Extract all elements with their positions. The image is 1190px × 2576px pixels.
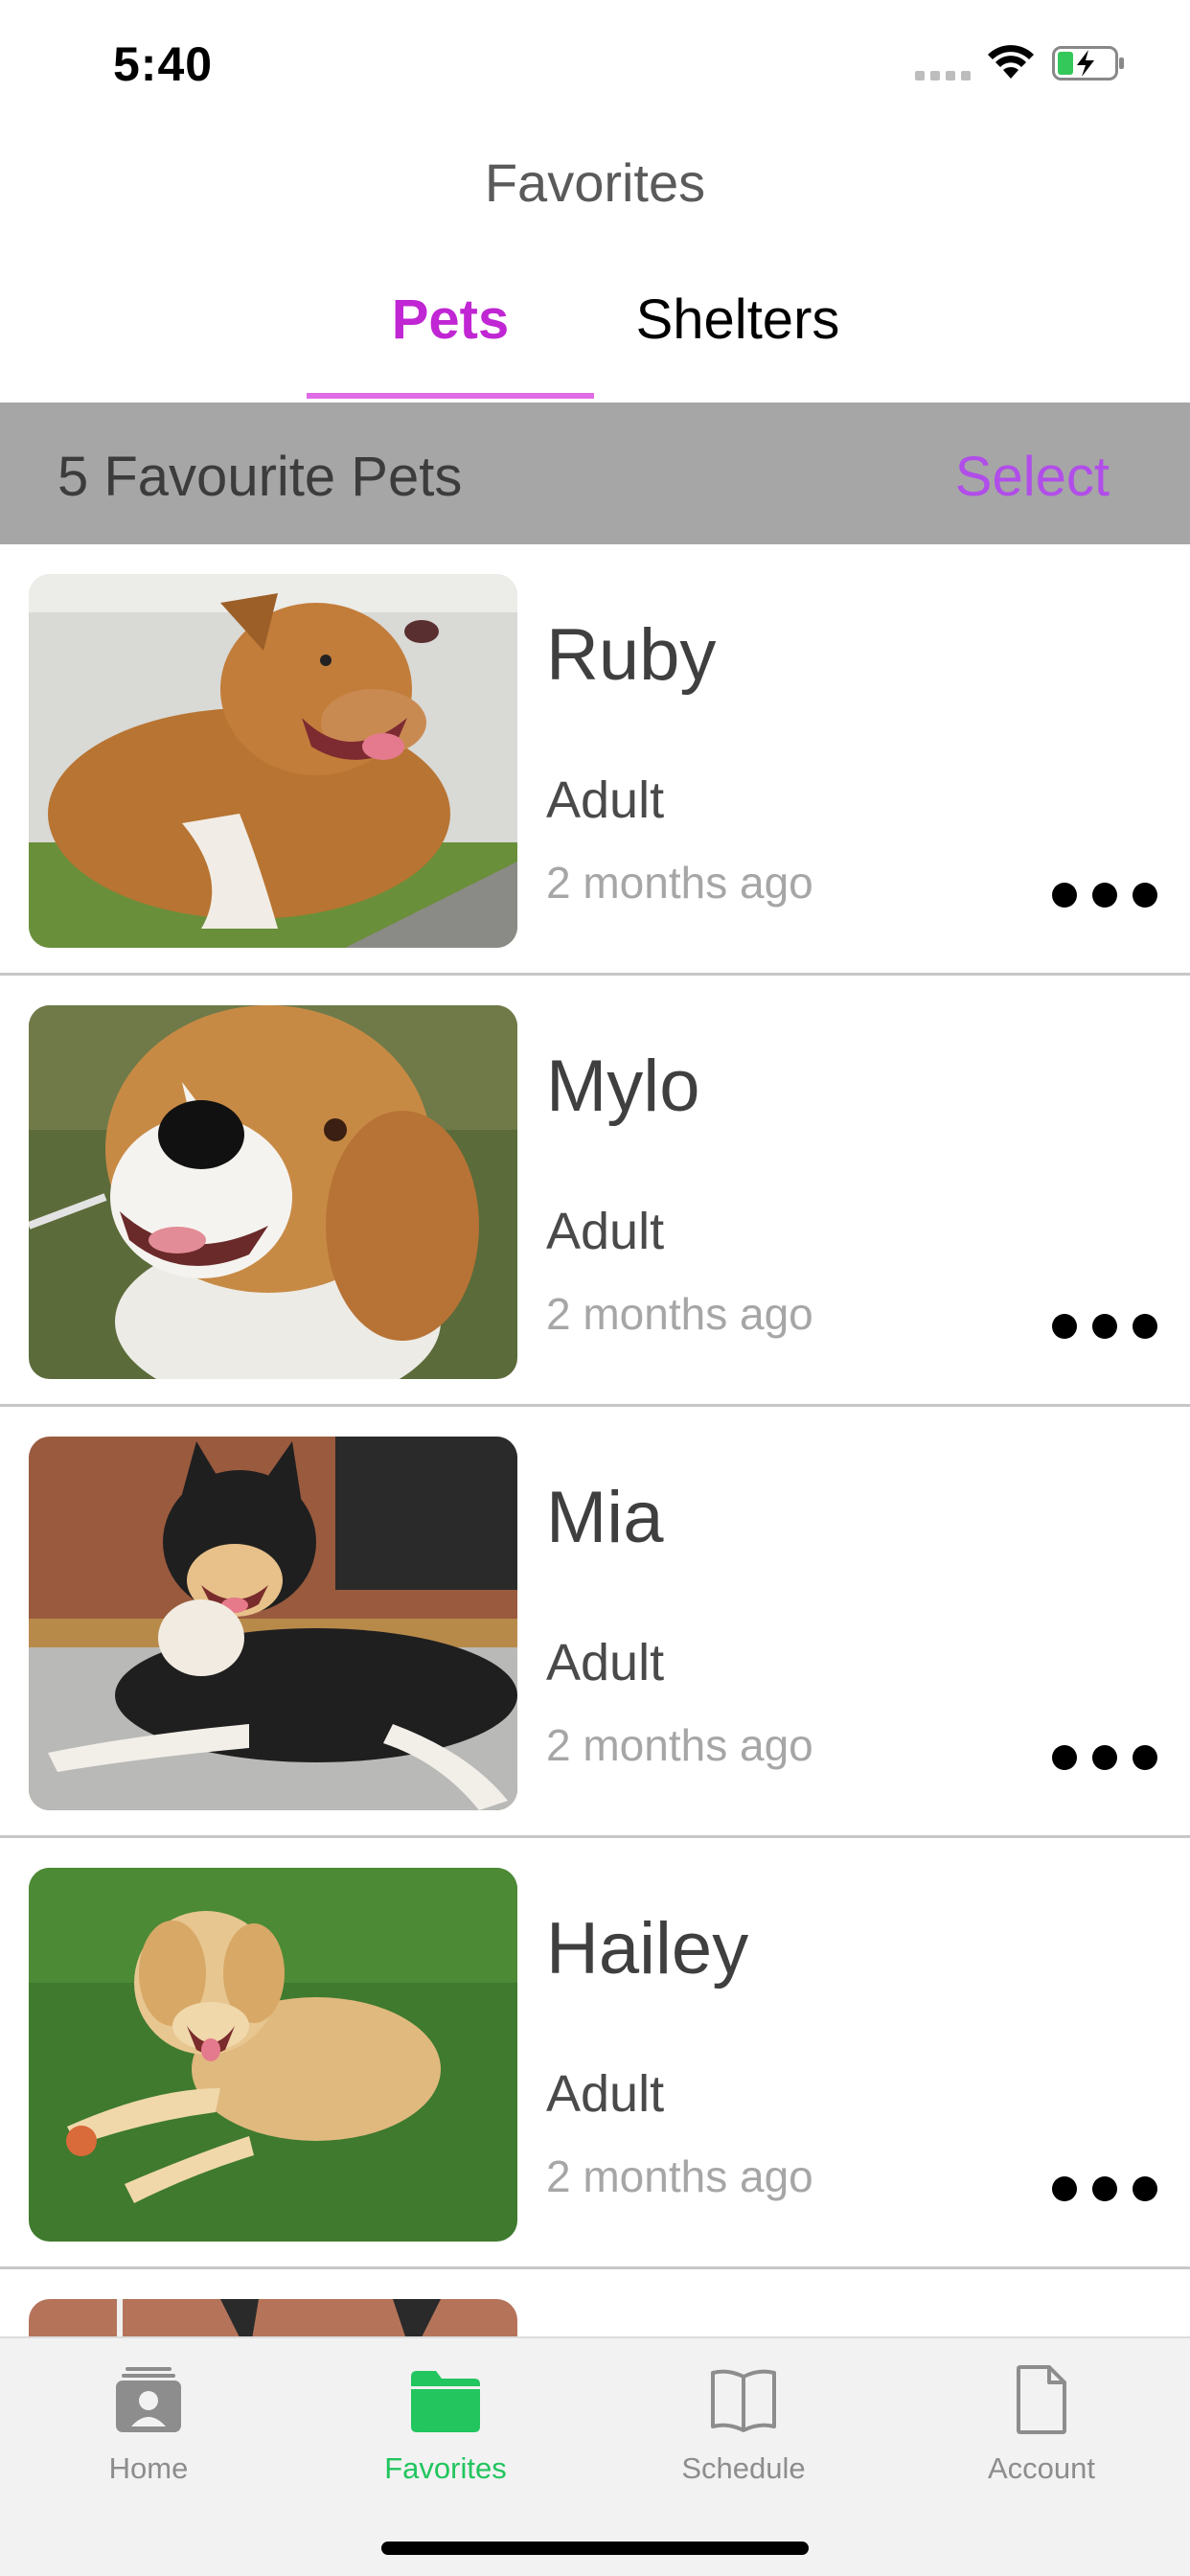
- status-bar: 5:40: [0, 0, 1190, 125]
- contact-card-icon: [116, 2367, 181, 2432]
- pet-row-partial[interactable]: [0, 2269, 1190, 2346]
- more-dot-icon: [1092, 1314, 1117, 1339]
- pet-photo-ruby: [29, 574, 517, 948]
- tab-home[interactable]: Home: [53, 2363, 244, 2486]
- select-button[interactable]: Select: [955, 445, 1110, 509]
- more-dot-icon: [1133, 1745, 1157, 1770]
- pet-photo-hailey: [29, 1868, 517, 2242]
- more-options-button[interactable]: [1052, 1309, 1157, 1344]
- pet-name: Mia: [546, 1477, 664, 1558]
- tab-schedule[interactable]: Schedule: [648, 2363, 839, 2486]
- document-icon: [1017, 2365, 1066, 2434]
- more-dot-icon: [1052, 883, 1077, 908]
- page-title: Favorites: [484, 152, 706, 213]
- pet-list: Ruby Adult 2 months ago Mylo Adult 2 mon…: [0, 544, 1190, 2346]
- book-icon: [711, 2369, 776, 2432]
- battery-charging-icon: [1052, 46, 1124, 80]
- pet-row-mia[interactable]: Mia Adult 2 months ago: [0, 1407, 1190, 1838]
- more-dot-icon: [1052, 1745, 1077, 1770]
- pet-photo-mia: [29, 1437, 517, 1810]
- wifi-icon: [988, 45, 1034, 79]
- more-dot-icon: [1052, 2176, 1077, 2201]
- more-dot-icon: [1092, 883, 1117, 908]
- more-dot-icon: [1133, 1314, 1157, 1339]
- more-dot-icon: [1052, 1314, 1077, 1339]
- tab-label-schedule: Schedule: [681, 2451, 806, 2485]
- pet-row-hailey[interactable]: Hailey Adult 2 months ago: [0, 1838, 1190, 2269]
- more-dot-icon: [1133, 2176, 1157, 2201]
- tab-pets[interactable]: Pets: [307, 288, 594, 352]
- pet-photo-mylo: [29, 1005, 517, 1379]
- folder-icon: [411, 2371, 480, 2432]
- favourite-count-label: 5 Favourite Pets: [57, 446, 463, 508]
- pet-row-ruby[interactable]: Ruby Adult 2 months ago: [0, 544, 1190, 976]
- home-indicator[interactable]: [381, 2542, 809, 2555]
- favorites-screen: 5:40 Favorites Pets Shelters 5 Favourite…: [0, 0, 1190, 2576]
- pet-name: Ruby: [546, 614, 717, 696]
- pet-age: Adult: [546, 1203, 665, 1260]
- pet-favorited-time: 2 months ago: [546, 858, 813, 908]
- bottom-tab-bar: Home Favorites Schedule Account: [0, 2336, 1190, 2576]
- more-dot-icon: [1092, 1745, 1117, 1770]
- pet-age: Adult: [546, 2065, 665, 2123]
- pet-age: Adult: [546, 1634, 665, 1691]
- status-time: 5:40: [113, 37, 214, 91]
- tab-label-account: Account: [987, 2451, 1095, 2485]
- more-options-button[interactable]: [1052, 878, 1157, 912]
- more-options-button[interactable]: [1052, 1740, 1157, 1775]
- cellular-signal-icon: [915, 58, 973, 80]
- tab-account[interactable]: Account: [946, 2363, 1137, 2486]
- pet-name: Mylo: [546, 1046, 700, 1127]
- pet-favorited-time: 2 months ago: [546, 2151, 813, 2201]
- more-options-button[interactable]: [1052, 2172, 1157, 2206]
- pet-favorited-time: 2 months ago: [546, 1720, 813, 1770]
- pet-name: Hailey: [546, 1908, 749, 1990]
- more-dot-icon: [1133, 883, 1157, 908]
- pet-age: Adult: [546, 771, 665, 829]
- tab-shelters[interactable]: Shelters: [594, 288, 881, 352]
- pet-favorited-time: 2 months ago: [546, 1289, 813, 1339]
- tab-favorites[interactable]: Favorites: [350, 2363, 541, 2486]
- pet-row-mylo[interactable]: Mylo Adult 2 months ago: [0, 976, 1190, 1407]
- tab-label-home: Home: [108, 2451, 189, 2485]
- more-dot-icon: [1092, 2176, 1117, 2201]
- tab-label-favorites: Favorites: [384, 2451, 507, 2485]
- list-header: 5 Favourite Pets Select: [0, 402, 1190, 544]
- tab-selected-indicator: [307, 393, 594, 399]
